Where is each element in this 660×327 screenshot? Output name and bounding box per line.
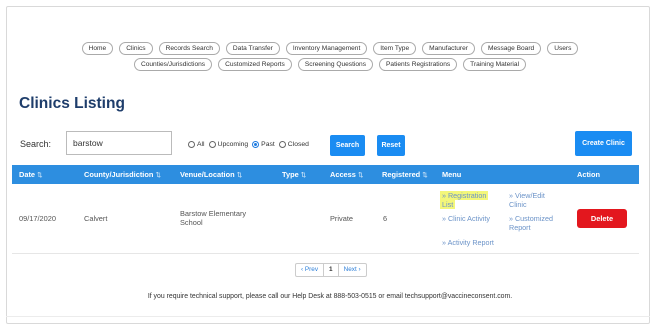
- cell-registered: 6: [383, 214, 388, 223]
- nav-training-material[interactable]: Training Material: [463, 58, 527, 71]
- sort-icon: ⇅: [357, 172, 364, 179]
- filter-past[interactable]: Past: [252, 141, 275, 148]
- radio-past-selected-icon: [252, 141, 260, 148]
- filter-upcoming[interactable]: Upcoming: [208, 141, 248, 148]
- menu-customized-report[interactable]: » Customized: [509, 214, 553, 223]
- nav-data-transfer[interactable]: Data Transfer: [225, 42, 280, 55]
- sort-icon: ⇅: [236, 172, 243, 179]
- nav-row-secondary: Counties/Jurisdictions Customized Report…: [0, 58, 660, 71]
- cell-date: 09/17/2020: [19, 214, 56, 223]
- footer-divider: [6, 316, 650, 317]
- nav-row-primary: Home Clinics Records Search Data Transfe…: [0, 42, 660, 55]
- next-page-link[interactable]: Next ›: [339, 264, 366, 276]
- support-notice: If you require technical support, please…: [147, 293, 513, 300]
- sort-icon: ⇅: [155, 172, 161, 179]
- menu-view-edit-clinic[interactable]: » View/Edit: [509, 191, 545, 200]
- header-venue[interactable]: Venue/Location ⇅: [180, 170, 242, 179]
- radio-closed-icon: [278, 141, 286, 148]
- cell-access: Private: [330, 214, 354, 223]
- menu-activity-report[interactable]: » Activity Report: [442, 238, 494, 247]
- nav-records-search[interactable]: Records Search: [158, 42, 220, 55]
- nav-message-board[interactable]: Message Board: [481, 42, 542, 55]
- header-registered[interactable]: Registered ⇅: [382, 170, 428, 179]
- current-page[interactable]: 1: [324, 264, 339, 276]
- nav-home[interactable]: Home: [81, 42, 114, 55]
- header-menu: Menu: [442, 170, 462, 179]
- nav-item-type[interactable]: Item Type: [373, 42, 417, 55]
- nav-customized-reports[interactable]: Customized Reports: [218, 58, 292, 71]
- pagination: ‹ Prev 1 Next ›: [295, 263, 367, 277]
- header-type[interactable]: Type ⇅: [282, 170, 306, 179]
- clinic-status-filter: All Upcoming Past Closed: [188, 141, 311, 148]
- search-button[interactable]: Search: [330, 135, 365, 156]
- page-title: Clinics Listing: [19, 95, 125, 112]
- reset-button[interactable]: Reset: [377, 135, 405, 156]
- cell-venue-line2: School: [180, 218, 203, 227]
- menu-clinic-activity[interactable]: » Clinic Activity: [442, 214, 490, 223]
- radio-all-icon: [188, 141, 195, 148]
- nav-manufacturer[interactable]: Manufacturer: [422, 42, 475, 55]
- menu-customized-report-cont[interactable]: Report: [509, 223, 531, 232]
- nav-patients-registrations[interactable]: Patients Registrations: [379, 58, 458, 71]
- radio-upcoming-icon: [208, 141, 216, 148]
- delete-button[interactable]: Delete: [577, 209, 627, 228]
- menu-registration-list-cont[interactable]: List: [440, 200, 456, 209]
- header-date[interactable]: Date ⇅: [19, 170, 43, 179]
- nav-inventory-management[interactable]: Inventory Management: [285, 42, 368, 55]
- nav-clinics[interactable]: Clinics: [119, 42, 153, 55]
- menu-registration-list[interactable]: » Registration: [440, 191, 489, 200]
- menu-view-edit-clinic-cont[interactable]: Clinic: [509, 200, 527, 209]
- header-county[interactable]: County/Jurisdiction ⇅: [84, 170, 161, 179]
- header-action: Action: [577, 170, 600, 179]
- sort-icon: ⇅: [37, 172, 43, 179]
- filter-closed[interactable]: Closed: [278, 141, 309, 148]
- sort-icon: ⇅: [422, 172, 428, 179]
- row-divider: [12, 253, 639, 254]
- sort-icon: ⇅: [300, 172, 307, 179]
- filter-all[interactable]: All: [188, 141, 205, 148]
- nav-screening-questions[interactable]: Screening Questions: [297, 58, 374, 71]
- create-clinic-button[interactable]: Create Clinic: [575, 131, 632, 156]
- prev-page-link[interactable]: ‹ Prev: [296, 264, 325, 276]
- cell-venue-line1: Barstow Elementary: [180, 209, 247, 218]
- nav-counties-jurisdictions[interactable]: Counties/Jurisdictions: [133, 58, 213, 71]
- header-access[interactable]: Access ⇅: [330, 170, 363, 179]
- search-label: Search:: [20, 139, 52, 149]
- cell-county: Calvert: [84, 214, 108, 223]
- table-header: Date ⇅ County/Jurisdiction ⇅ Venue/Locat…: [12, 165, 639, 184]
- nav-users[interactable]: Users: [547, 42, 579, 55]
- search-input[interactable]: [66, 131, 172, 155]
